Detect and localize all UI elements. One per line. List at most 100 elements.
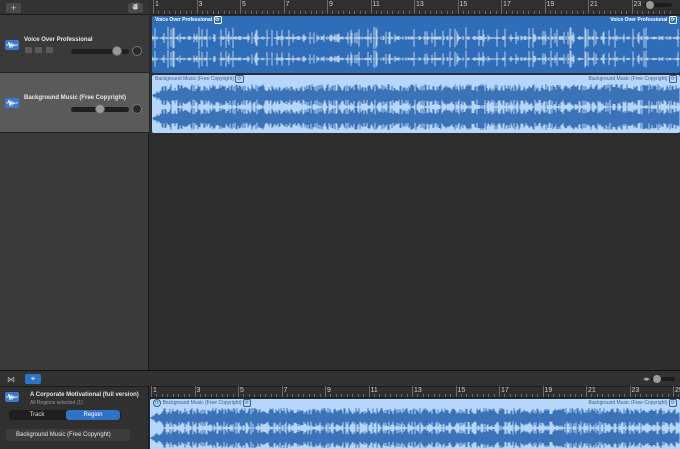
bar-number: 13 [414,387,422,394]
ruler-tick [598,11,600,14]
zoom-icon: ◂▸ [643,376,651,383]
ruler-tick [286,394,288,397]
track-header-voice-over[interactable]: Voice Over Professional [0,15,149,73]
volume-slider-knob[interactable] [111,46,122,56]
ruler-tick [528,11,530,14]
ruler-tick [169,11,171,14]
ruler-tick [325,386,326,397]
ruler-tick [201,11,203,14]
ruler-tick [194,386,196,397]
ruler-tick [504,394,506,397]
zoom-slider[interactable] [644,1,672,9]
tracks-area[interactable]: Voice Over Professional ⟳ Voice Over Pro… [150,15,680,370]
ruler-tick [613,394,615,397]
bar-number: 9 [327,387,331,394]
region-name: Background Music (Free Copyright) [16,432,111,438]
ruler-tick [153,0,154,14]
tab-track[interactable]: Track [9,410,65,420]
audio-region-voice-over[interactable]: Voice Over Professional ⟳ Voice Over Pro… [152,16,680,73]
bar-number: 11 [372,1,380,8]
ruler-tick [250,11,252,14]
volume-slider-knob[interactable] [95,104,105,114]
ruler-tick [658,11,660,14]
ruler-tick [408,11,410,14]
ruler-tick [259,394,261,397]
editor-ruler[interactable]: 135791113151719212325 [150,386,680,398]
ruler-tick [196,0,198,14]
ruler-tick [466,394,468,397]
mute-icon[interactable] [25,47,32,53]
audio-region-background-music[interactable]: Background Music (Free Copyright) ⟳ Back… [152,75,680,133]
smart-controls-filter-button[interactable]: ⛇ [128,3,143,13]
project-title: A Corporate Motivational (full version) [30,392,139,398]
ruler-tick [468,11,470,14]
headphones-icon[interactable] [35,47,42,53]
ruler-tick [218,11,220,14]
ruler-tick [636,11,638,14]
region-name-field[interactable]: Background Music (Free Copyright) [6,429,130,441]
ruler-tick [651,394,653,397]
ruler-tick [501,0,502,14]
input-monitor-icon[interactable] [46,105,53,111]
ruler-tick [428,394,430,397]
editor-zoom-knob[interactable] [653,375,661,383]
ruler-tick [368,386,370,397]
ruler-tick [558,394,560,397]
ruler-tick [493,394,495,397]
bar-number: 9 [329,1,333,8]
zoom-slider-knob[interactable] [646,1,654,9]
waveform [152,26,680,68]
ruler-tick [210,394,212,397]
ruler-tick [634,394,636,397]
ruler-tick [452,11,454,14]
track-name[interactable]: Background Music (Free Copyright) [24,95,126,101]
ruler-tick [656,394,658,397]
ruler-tick [232,394,234,397]
ruler-tick [499,386,500,397]
ruler-tick [392,11,394,14]
track-header-background-music[interactable]: Background Music (Free Copyright) [0,73,149,133]
ruler-tick [477,394,479,397]
ruler-tick [278,11,280,14]
ruler-tick [297,394,299,397]
ruler-tick [575,394,577,397]
ruler-tick [645,394,647,397]
ruler-tick [602,394,604,397]
timeline-ruler[interactable]: 1 3 5 7 9 11 13 15 17 19 21 23 [150,0,680,15]
bar-number: 23 [633,1,642,8]
ruler-tick [223,11,225,14]
ruler-tick [593,11,595,14]
volume-slider[interactable] [71,104,129,114]
audio-region-background-music-editor[interactable]: ⟳ Background Music (Free Copyright) ⟳ Ba… [150,399,680,449]
ruler-tick [390,394,392,397]
headphones-icon[interactable] [35,105,42,111]
editor-zoom-slider[interactable] [651,375,675,383]
ruler-tick [314,394,316,397]
ruler-tick [248,394,250,397]
tab-region[interactable]: Region [66,410,120,420]
ruler-tick [330,394,332,397]
ruler-tick [533,11,535,14]
flex-mode-icon[interactable]: ⌖ [25,374,41,384]
ruler-tick [678,394,680,397]
pan-knob[interactable] [132,104,142,114]
bar-number: 15 [459,1,468,8]
ruler-tick [577,11,579,14]
pan-knob[interactable] [132,46,142,56]
add-track-button[interactable]: + [6,3,21,13]
volume-slider[interactable] [71,46,129,56]
track-headers-column: + ⛇ Voice Over Professional Background M… [0,0,149,370]
mute-icon[interactable] [25,105,32,111]
track-name[interactable]: Voice Over Professional [24,37,93,43]
ruler-tick [212,11,214,14]
track-region-segmented-control: Track Region [9,410,121,420]
ruler-tick [580,394,582,397]
catch-playhead-icon[interactable]: ⋈ [7,375,19,384]
audio-editor-area[interactable]: ⟳ Background Music (Free Copyright) ⟳ Ba… [150,398,680,449]
ruler-tick [607,394,609,397]
ruler-tick [471,394,473,397]
input-monitor-icon[interactable] [46,47,53,53]
ruler-tick [245,11,247,14]
ruler-tick [640,394,642,397]
ruler-tick [488,394,490,397]
